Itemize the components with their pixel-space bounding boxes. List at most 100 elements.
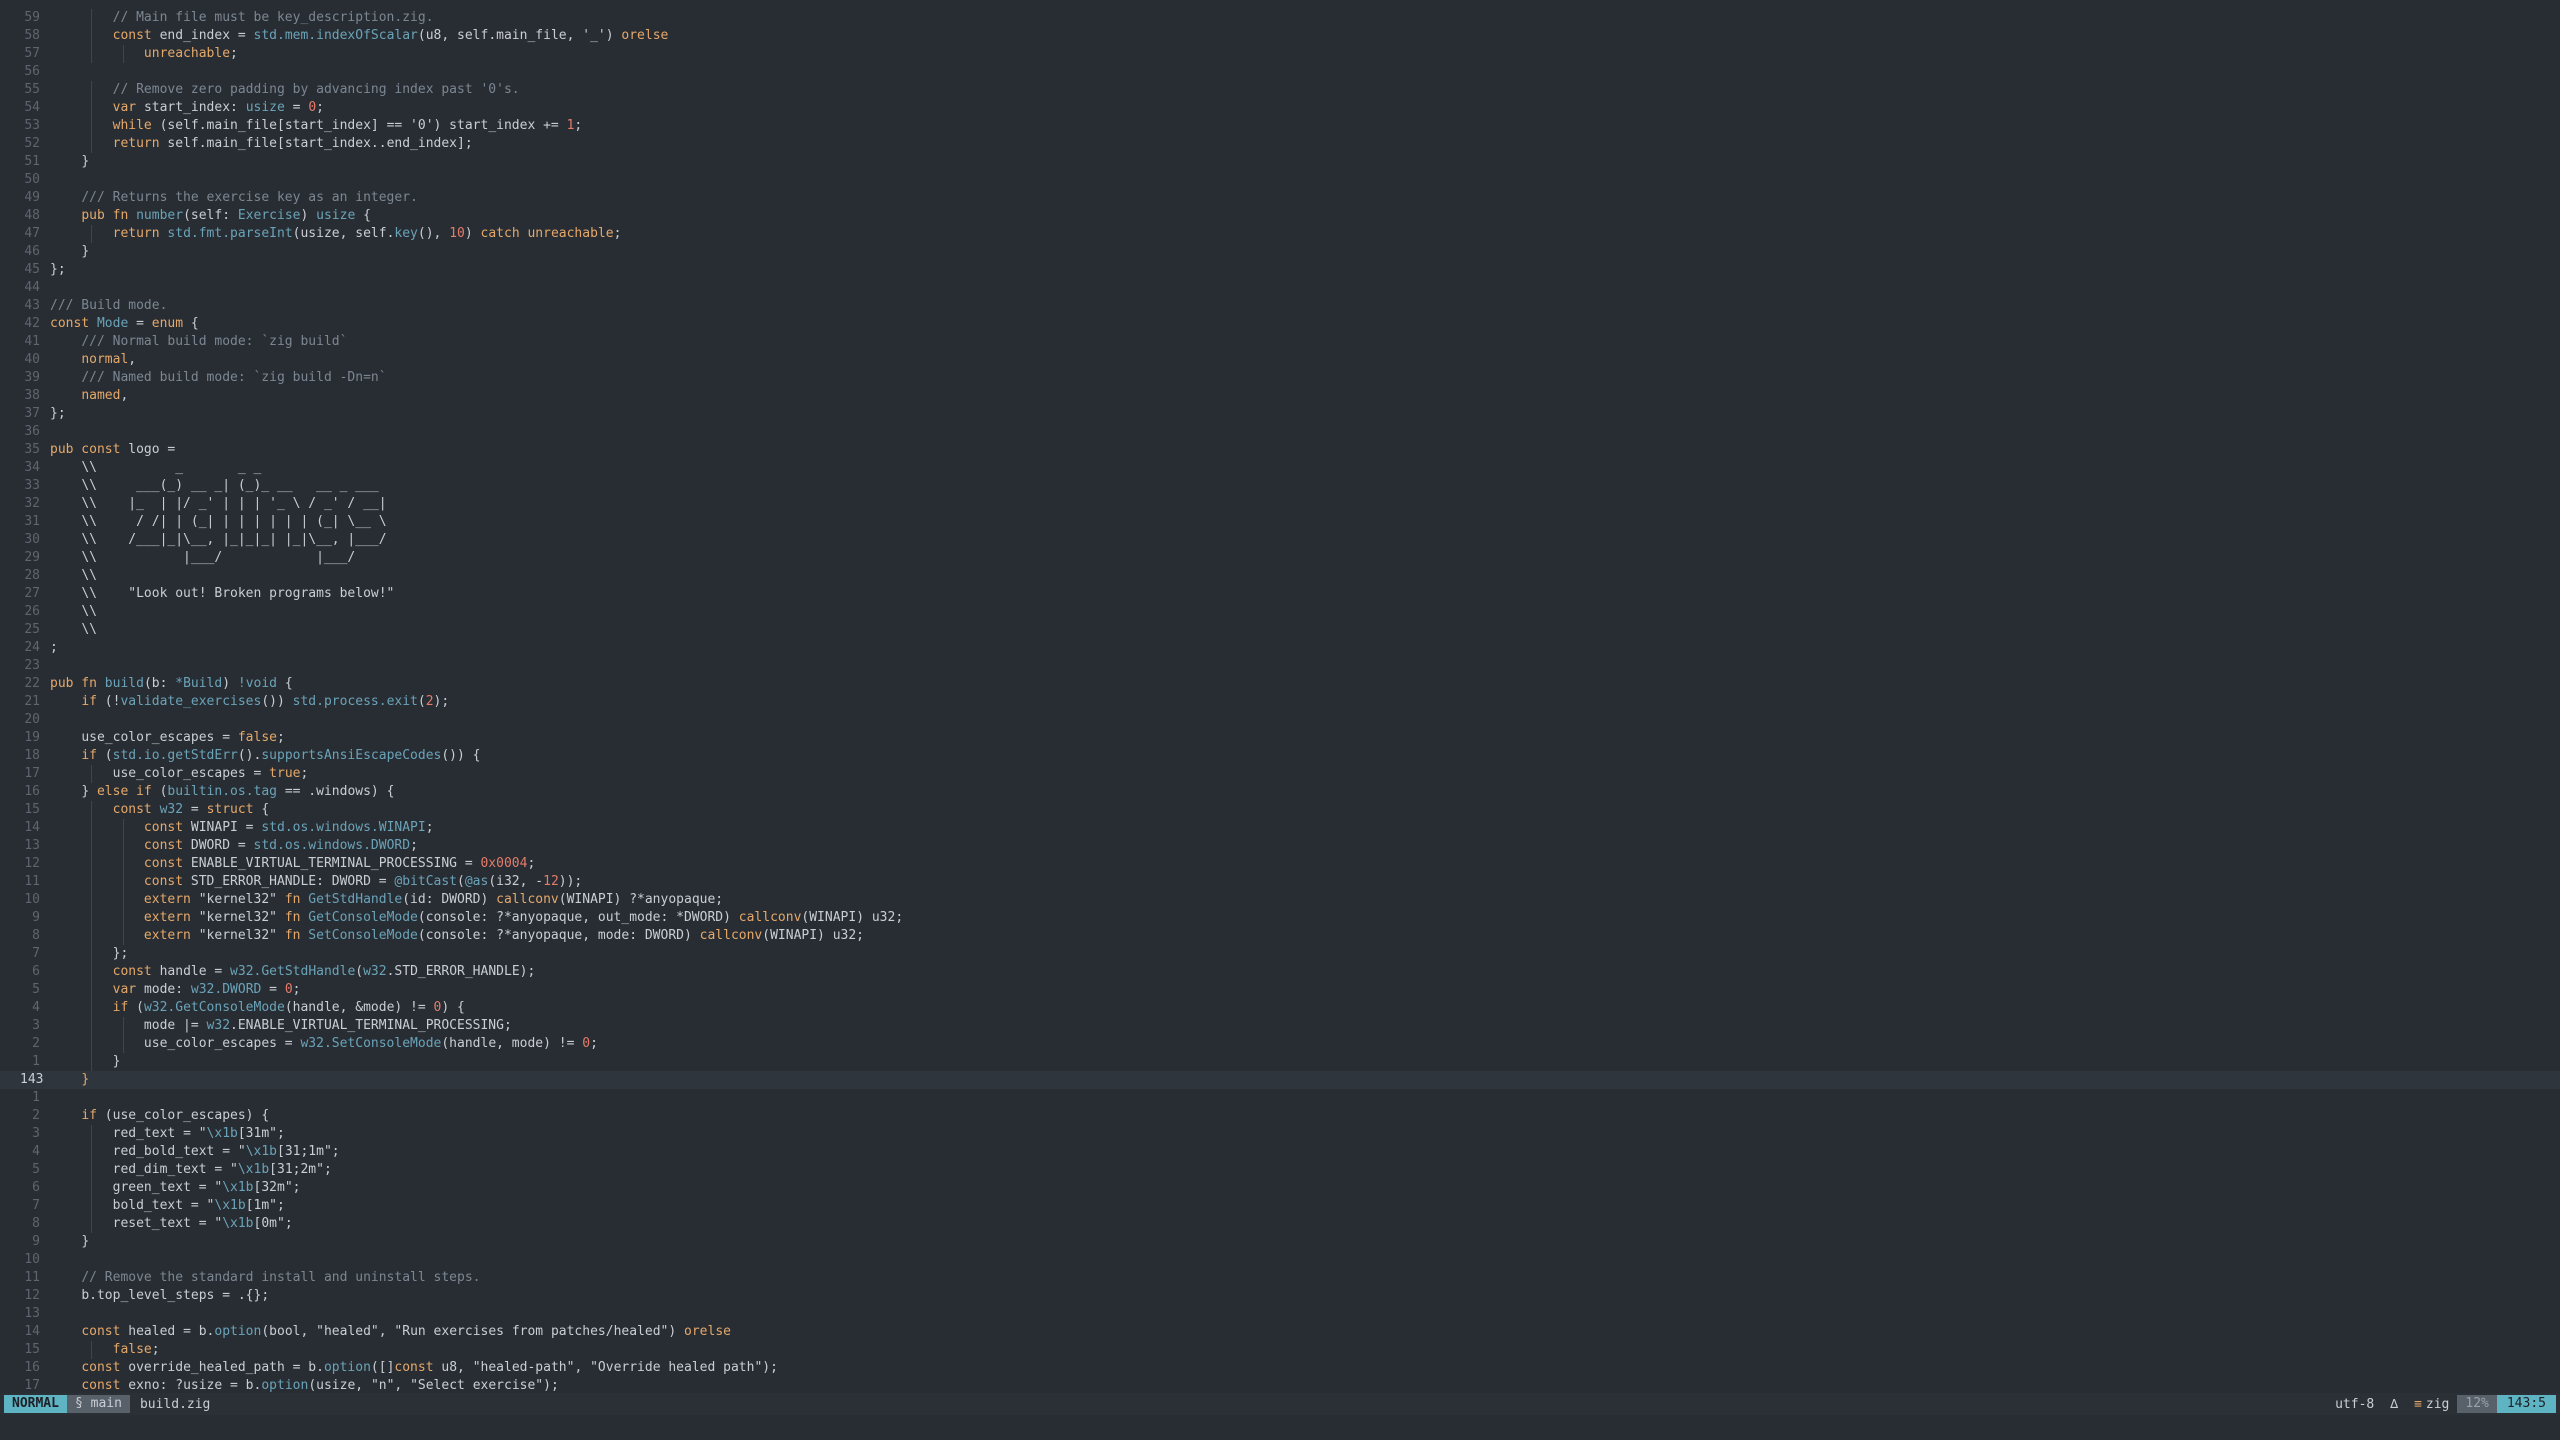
code-line[interactable]: 33 \\ ___(_) __ _| (_)_ __ __ _ ___ (0, 477, 2560, 495)
code-line[interactable]: 24; (0, 639, 2560, 657)
code-line[interactable]: 41 /// Normal build mode: `zig build` (0, 333, 2560, 351)
code-line[interactable]: 40 normal, (0, 351, 2560, 369)
code-text: normal, (50, 352, 136, 367)
code-line[interactable]: 51 } (0, 153, 2560, 171)
code-text: }; (50, 946, 129, 961)
line-number: 52 (24, 136, 40, 151)
code-line[interactable]: 13 (0, 1305, 2560, 1323)
code-line[interactable]: 25 \\ (0, 621, 2560, 639)
code-line[interactable]: 55 // Remove zero padding by advancing i… (0, 81, 2560, 99)
code-line[interactable]: 52 return self.main_file[start_index..en… (0, 135, 2560, 153)
code-line[interactable]: 46 } (0, 243, 2560, 261)
code-line[interactable]: 10 extern "kernel32" fn GetStdHandle(id:… (0, 891, 2560, 909)
code-line[interactable]: 3 mode |= w32.ENABLE_VIRTUAL_TERMINAL_PR… (0, 1017, 2560, 1035)
code-line[interactable]: 35 pub const logo = (0, 441, 2560, 459)
code-line[interactable]: 5 red_dim_text = "\x1b[31;2m"; (0, 1161, 2560, 1179)
code-line[interactable]: 27 \\ "Look out! Broken programs below!" (0, 585, 2560, 603)
code-line[interactable]: 14 const healed = b.option(bool, "healed… (0, 1323, 2560, 1341)
code-line[interactable]: 38 named, (0, 387, 2560, 405)
code-line[interactable]: 1 } (0, 1053, 2560, 1071)
code-line[interactable]: 18 if (std.io.getStdErr().supportsAnsiEs… (0, 747, 2560, 765)
code-line[interactable]: 30 \\ /___|_|\__, |_|_|_| |_|\__, |___/ (0, 531, 2560, 549)
code-line[interactable]: 31 \\ / /| | (_| | | | | | | (_| \__ \ (0, 513, 2560, 531)
code-line[interactable]: 58 const end_index = std.mem.indexOfScal… (0, 27, 2560, 45)
code-token: std.io.getStdErr (112, 748, 238, 763)
code-token: 0 (284, 982, 293, 997)
code-line[interactable]: 3 red_text = "\x1b[31m"; (0, 1125, 2560, 1143)
code-line[interactable]: 2 use_color_escapes = w32.SetConsoleMode… (0, 1035, 2560, 1053)
code-line[interactable]: 16 const override_healed_path = b.option… (0, 1359, 2560, 1377)
code-token: " (237, 1144, 246, 1159)
code-line[interactable]: 34 \\ _ _ _ (0, 459, 2560, 477)
code-line[interactable]: 15 const w32 = struct { (0, 801, 2560, 819)
code-text: mode |= w32.ENABLE_VIRTUAL_TERMINAL_PROC… (50, 1018, 512, 1033)
code-line[interactable]: 10 (0, 1251, 2560, 1269)
code-token: w32.GetConsoleMode (143, 1000, 285, 1015)
code-line[interactable]: 53 while (self.main_file[start_index] ==… (0, 117, 2560, 135)
current-line[interactable]: 143 } (0, 1071, 2560, 1089)
code-token: logo = (128, 442, 176, 457)
code-text: extern "kernel32" fn GetStdHandle(id: DW… (50, 892, 723, 907)
code-line[interactable]: 26 \\ (0, 603, 2560, 621)
code-line[interactable]: 42 const Mode = enum { (0, 315, 2560, 333)
code-line[interactable]: 54 var start_index: usize = 0; (0, 99, 2560, 117)
code-line[interactable]: 11 const STD_ERROR_HANDLE: DWORD = @bitC… (0, 873, 2560, 891)
code-line[interactable]: 9 } (0, 1233, 2560, 1251)
code-line[interactable]: 8 reset_text = "\x1b[0m"; (0, 1215, 2560, 1233)
code-line[interactable]: 23 (0, 657, 2560, 675)
code-token: ) { (441, 1000, 465, 1015)
line-number: 54 (24, 100, 40, 115)
code-line[interactable]: 15 false; (0, 1341, 2560, 1359)
code-line[interactable]: 8 extern "kernel32" fn SetConsoleMode(co… (0, 927, 2560, 945)
code-line[interactable]: 19 use_color_escapes = false; (0, 729, 2560, 747)
code-line[interactable]: 32 \\ |_ | |/ _' | | | '_ \ / _' / __| (0, 495, 2560, 513)
code-line[interactable]: 11 // Remove the standard install and un… (0, 1269, 2560, 1287)
code-line[interactable]: 44 (0, 279, 2560, 297)
code-line[interactable]: 9 extern "kernel32" fn GetConsoleMode(co… (0, 909, 2560, 927)
code-line[interactable]: 37}; (0, 405, 2560, 423)
code-line[interactable]: 22 pub fn build(b: *Build) !void { (0, 675, 2560, 693)
code-line[interactable]: 21 if (!validate_exercises()) std.proces… (0, 693, 2560, 711)
code-line[interactable]: 17 use_color_escapes = true; (0, 765, 2560, 783)
code-line[interactable]: 20 (0, 711, 2560, 729)
code-line[interactable]: 6 const handle = w32.GetStdHandle(w32.ST… (0, 963, 2560, 981)
code-line[interactable]: 50 (0, 171, 2560, 189)
code-token: } (81, 244, 90, 259)
code-token: ; (527, 856, 536, 871)
indent-guide (122, 855, 124, 873)
code-line[interactable]: 56 (0, 63, 2560, 81)
code-line[interactable]: 28 \\ (0, 567, 2560, 585)
code-line[interactable]: 6 green_text = "\x1b[32m"; (0, 1179, 2560, 1197)
line-number: 47 (24, 226, 40, 241)
code-line[interactable]: 36 (0, 423, 2560, 441)
line-number: 9 (32, 910, 40, 925)
code-line[interactable]: 5 var mode: w32.DWORD = 0; (0, 981, 2560, 999)
code-line[interactable]: 1 (0, 1089, 2560, 1107)
code-line[interactable]: 4 if (w32.GetConsoleMode(handle, &mode) … (0, 999, 2560, 1017)
code-line[interactable]: 49 /// Returns the exercise key as an in… (0, 189, 2560, 207)
code-line[interactable]: 59 // Main file must be key_description.… (0, 9, 2560, 27)
code-editor[interactable]: 59 // Main file must be key_description.… (0, 9, 2560, 1395)
code-line[interactable]: 16 } else if (builtin.os.tag == .windows… (0, 783, 2560, 801)
code-line[interactable]: 39 /// Named build mode: `zig build -Dn=… (0, 369, 2560, 387)
code-token: if (81, 1108, 105, 1123)
code-line[interactable]: 48 pub fn number(self: Exercise) usize { (0, 207, 2560, 225)
code-text: reset_text = "\x1b[0m"; (50, 1216, 293, 1231)
code-line[interactable]: 29 \\ |___/ |___/ (0, 549, 2560, 567)
code-token: fn (284, 910, 309, 925)
code-line[interactable]: 7 bold_text = "\x1b[1m"; (0, 1197, 2560, 1215)
code-line[interactable]: 12 const ENABLE_VIRTUAL_TERMINAL_PROCESS… (0, 855, 2560, 873)
code-line[interactable]: 13 const DWORD = std.os.windows.DWORD; (0, 837, 2560, 855)
code-line[interactable]: 57 unreachable; (0, 45, 2560, 63)
code-line[interactable]: 12 b.top_level_steps = .{}; (0, 1287, 2560, 1305)
code-line[interactable]: 43 /// Build mode. (0, 297, 2560, 315)
code-line[interactable]: 14 const WINAPI = std.os.windows.WINAPI; (0, 819, 2560, 837)
code-line[interactable]: 7 }; (0, 945, 2560, 963)
code-line[interactable]: 45}; (0, 261, 2560, 279)
code-line[interactable]: 2 if (use_color_escapes) { (0, 1107, 2560, 1125)
code-line[interactable]: 47 return std.fmt.parseInt(usize, self.k… (0, 225, 2560, 243)
code-line[interactable]: 4 red_bold_text = "\x1b[31;1m"; (0, 1143, 2560, 1161)
